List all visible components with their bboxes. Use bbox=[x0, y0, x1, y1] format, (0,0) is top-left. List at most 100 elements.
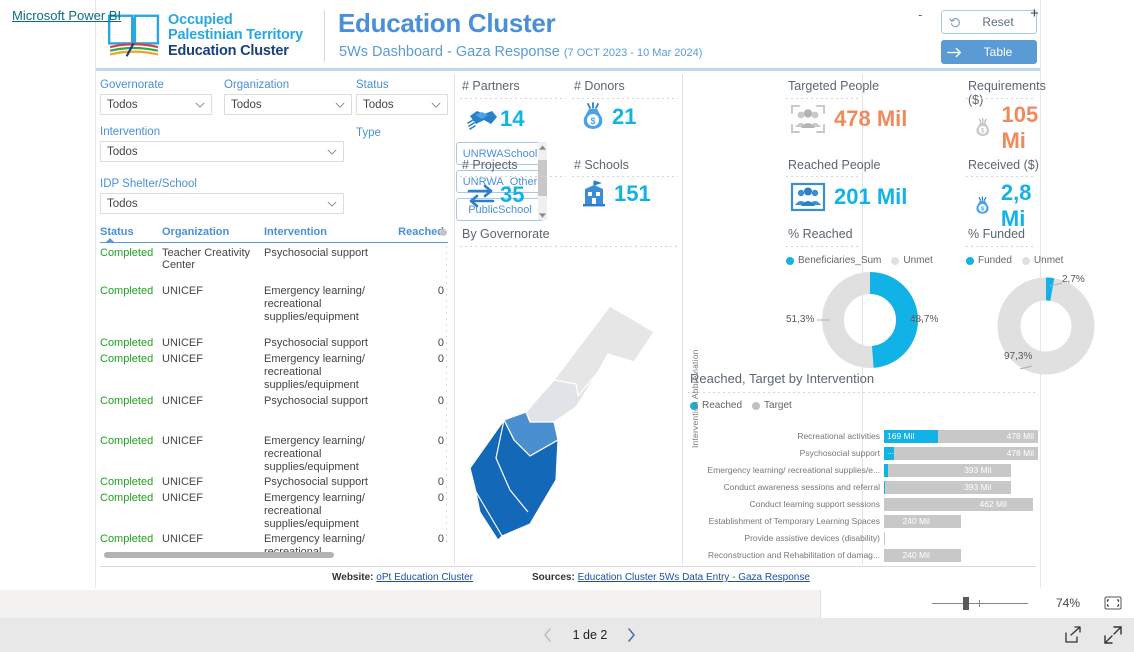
bar-track: 478 Mil 169 Mil bbox=[884, 429, 1038, 443]
bar-track: 462 Mil bbox=[884, 497, 1038, 511]
cell-status: Completed bbox=[100, 247, 154, 259]
table-col-intervention[interactable]: Intervention bbox=[264, 226, 392, 238]
logo-line-1: Occupied bbox=[168, 11, 233, 28]
table-row[interactable]: Completed UNICEF Emergency learning/ rec… bbox=[100, 431, 448, 473]
reached-target-bar-chart[interactable]: Intervention Abbreviation Recreational a… bbox=[690, 349, 1038, 566]
table-row[interactable]: Completed UNICEF Psychosocial support 0 bbox=[100, 333, 448, 349]
subtitle-text: 5Ws Dashboard - Gaza Response bbox=[339, 44, 560, 60]
kpi-donors-value-group: $ 21 bbox=[580, 102, 636, 132]
bar-target-value: 393 Mil bbox=[964, 481, 992, 492]
bar-row[interactable]: Conduct learning support sessions 462 Mi… bbox=[702, 496, 1038, 512]
fullscreen-button[interactable] bbox=[1104, 626, 1124, 646]
table-col-status[interactable]: Status bbox=[100, 226, 162, 242]
bars-legend: Reached Target bbox=[690, 400, 792, 411]
table-button-label: Table bbox=[983, 45, 1013, 59]
filter-type-scrollbar[interactable] bbox=[538, 142, 547, 220]
legend-swatch-beneficiaries bbox=[786, 256, 794, 265]
bar-target-segment bbox=[884, 531, 885, 545]
header-divider bbox=[324, 10, 325, 62]
cell-intervention: Emergency learning/ recreational supplie… bbox=[264, 435, 365, 473]
table-row[interactable]: Completed UNICEF Psychosocial support 0 bbox=[100, 391, 448, 431]
cell-status: Completed bbox=[100, 337, 154, 349]
bar-row[interactable]: Psychosocial support 478 Mil ... bbox=[702, 445, 1038, 461]
expand-icon bbox=[1104, 626, 1122, 644]
kpi-targeted-value: 478 Mil bbox=[834, 106, 908, 131]
date-range: (7 OCT 2023 - 10 Mar 2024) bbox=[563, 47, 703, 59]
table-row[interactable]: Completed UNICEF Emergency learning/ rec… bbox=[100, 349, 448, 391]
cell-organization: UNICEF bbox=[162, 285, 203, 297]
table-row[interactable]: Completed UNICEF Psychosocial support 0 bbox=[100, 472, 448, 488]
governorate-map[interactable] bbox=[458, 244, 682, 564]
undo-arrow-icon bbox=[942, 16, 968, 29]
share-button[interactable] bbox=[1064, 626, 1084, 646]
filter-organization-value: Todos bbox=[231, 98, 262, 111]
scroll-up-icon[interactable] bbox=[538, 142, 547, 152]
kpi-donors-underline bbox=[572, 98, 678, 99]
filter-organization-dropdown[interactable]: Todos bbox=[224, 94, 352, 115]
bar-row[interactable]: Emergency learning/ recreational supplie… bbox=[702, 462, 1038, 478]
cell-reached: 0 bbox=[437, 353, 444, 365]
table-col-organization[interactable]: Organization bbox=[162, 226, 264, 238]
cell-organization: UNICEF bbox=[162, 395, 203, 407]
filter-intervention-dropdown[interactable]: Todos bbox=[100, 141, 344, 162]
zoom-slider-thumb[interactable] bbox=[963, 597, 969, 610]
cell-organization: Teacher Creativity Center bbox=[162, 247, 251, 271]
zoom-slider-rail[interactable] bbox=[932, 603, 1028, 604]
footer-sources-link[interactable]: Education Cluster 5Ws Data Entry - Gaza … bbox=[578, 572, 810, 583]
chevron-down-icon bbox=[431, 102, 441, 108]
bar-row[interactable]: Provide assistive devices (disability) bbox=[702, 530, 1038, 546]
bar-reached-value: ... bbox=[887, 445, 895, 456]
kpi-requirements-underline bbox=[966, 98, 1036, 99]
bar-track: 393 Mil bbox=[884, 480, 1038, 494]
kpi-reached-value: 201 Mil bbox=[834, 184, 908, 209]
next-page-button[interactable] bbox=[622, 625, 640, 645]
reset-button[interactable]: Reset bbox=[941, 10, 1037, 34]
bar-row[interactable]: Conduct awareness sessions and referral … bbox=[702, 479, 1038, 495]
cell-reached: 0 bbox=[437, 285, 444, 297]
filter-governorate-dropdown[interactable]: Todos bbox=[100, 94, 212, 115]
report-canvas: Occupied Palestinian Territory Education… bbox=[0, 0, 1134, 590]
cell-status: Completed bbox=[100, 395, 154, 407]
filter-status-dropdown[interactable]: Todos bbox=[356, 94, 448, 115]
footer-website-link[interactable]: oPt Education Cluster bbox=[376, 572, 473, 583]
cell-status: Completed bbox=[100, 492, 154, 504]
right-arrow-icon bbox=[942, 46, 968, 59]
bar-target-segment bbox=[884, 480, 1011, 494]
pct-funded-donut[interactable] bbox=[970, 270, 1122, 380]
legend-label-target: Target bbox=[764, 400, 792, 411]
table-body: Completed Teacher Creativity Center Psyc… bbox=[100, 243, 448, 559]
legend-label-beneficiaries: Beneficiaries_Sum bbox=[798, 255, 882, 266]
table-scroll-handle[interactable] bbox=[440, 229, 447, 236]
cell-status: Completed bbox=[100, 435, 154, 447]
zoom-in-button[interactable]: + bbox=[1030, 6, 1039, 21]
table-button[interactable]: Table bbox=[941, 40, 1037, 64]
bars-title: Reached, Target by Intervention bbox=[690, 371, 875, 386]
cell-reached: 0 bbox=[437, 337, 444, 349]
cell-status: Completed bbox=[100, 353, 154, 365]
table-row[interactable]: Completed UNICEF Emergency learning/ rec… bbox=[100, 281, 448, 333]
bar-target-value: 478 Mil bbox=[1006, 430, 1034, 441]
fit-to-page-icon[interactable] bbox=[1104, 596, 1122, 610]
filter-idp-shelter-school-dropdown[interactable]: Todos bbox=[100, 193, 344, 214]
bar-row[interactable]: Recreational activities 478 Mil 169 Mil bbox=[702, 428, 1038, 444]
bar-reached-segment bbox=[884, 463, 889, 477]
legend-label-reached: Reached bbox=[702, 400, 743, 411]
footer-website-label: Website: bbox=[332, 572, 374, 583]
table-row[interactable]: Completed Teacher Creativity Center Psyc… bbox=[100, 243, 448, 281]
filter-organization-label: Organization bbox=[224, 79, 290, 91]
filter-organization: Organization Todos bbox=[224, 79, 352, 115]
kpi-schools-underline bbox=[572, 176, 678, 177]
scroll-down-icon[interactable] bbox=[538, 210, 547, 220]
bar-row[interactable]: Reconstruction and Rehabilitation of dam… bbox=[702, 547, 1038, 563]
money-bag-blue-icon: $ bbox=[976, 196, 989, 214]
table-col-reached[interactable]: Reached bbox=[392, 226, 444, 238]
previous-page-button[interactable] bbox=[538, 625, 556, 645]
power-bi-brand-link[interactable]: Microsoft Power BI bbox=[12, 8, 121, 23]
bar-row[interactable]: Establishment of Temporary Learning Spac… bbox=[702, 513, 1038, 529]
zoom-out-button[interactable]: - bbox=[918, 8, 922, 21]
table-row[interactable]: Completed UNICEF Emergency learning/ rec… bbox=[100, 488, 448, 530]
table-horizontal-scrollbar[interactable] bbox=[104, 552, 334, 558]
kpi-projects-underline bbox=[460, 176, 566, 177]
filter-type-scroll-thumb[interactable] bbox=[538, 160, 547, 196]
sort-ascending-icon bbox=[106, 238, 114, 242]
